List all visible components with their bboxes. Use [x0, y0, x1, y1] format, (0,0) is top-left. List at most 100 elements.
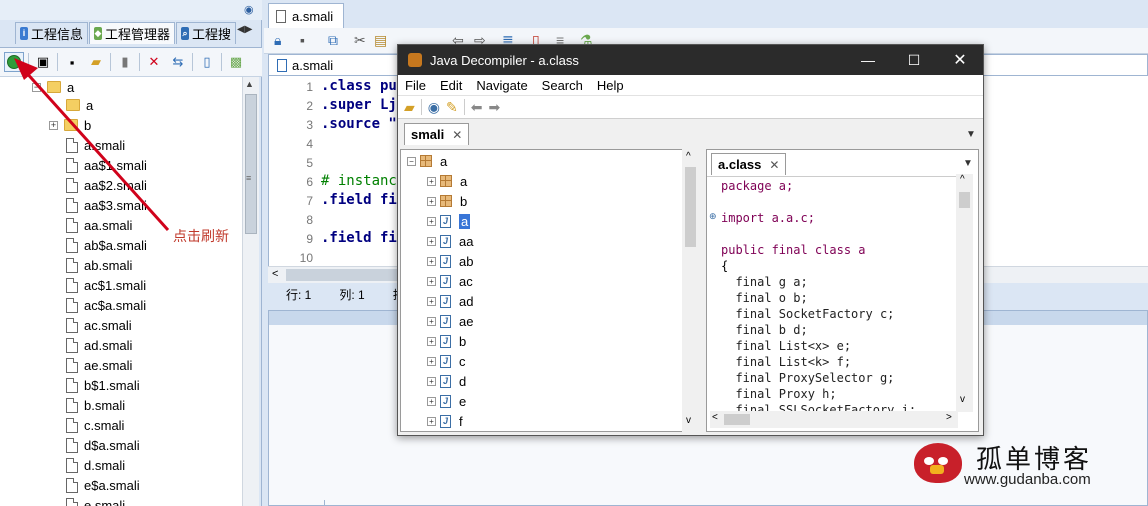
open-type-icon[interactable]: ◉: [428, 99, 440, 116]
code-horizontal-scrollbar[interactable]: < >: [710, 411, 958, 428]
expand-icon[interactable]: +: [427, 276, 436, 286]
search-type-icon[interactable]: ✎: [446, 99, 458, 116]
tree-class-item[interactable]: + Jad: [427, 291, 473, 311]
tree-file-item[interactable]: d$a.smali: [66, 435, 140, 455]
tree-class-item[interactable]: + Jd: [427, 371, 466, 391]
tab-list-icon[interactable]: ▼: [966, 129, 976, 140]
code-vertical-scrollbar[interactable]: ^ v: [956, 174, 973, 412]
tree-file-item[interactable]: e.smali: [66, 495, 125, 506]
tree-class-item[interactable]: + Jac: [427, 271, 473, 291]
tree-class-item[interactable]: + Jae: [427, 311, 473, 331]
tree-vertical-scrollbar[interactable]: ▲ ≡: [242, 77, 259, 506]
collapse-icon[interactable]: −: [32, 82, 41, 92]
folder-search-button[interactable]: ▰: [86, 52, 106, 72]
tab-a-class[interactable]: a.class ✕: [711, 153, 787, 175]
menu-edit[interactable]: Edit: [440, 78, 462, 93]
expand-icon[interactable]: +: [427, 336, 436, 346]
lock-icon[interactable]: 🔒︎: [274, 32, 281, 49]
tree-root[interactable]: − a: [407, 151, 447, 171]
scroll-up-arrow[interactable]: ^: [960, 174, 965, 185]
tree-class-item[interactable]: + Je: [427, 391, 466, 411]
scroll-right-arrow[interactable]: >: [946, 412, 952, 423]
tree-file-item[interactable]: aa$2.smali: [66, 175, 147, 195]
paste-icon[interactable]: ▤: [374, 32, 387, 49]
scroll-up-arrow[interactable]: ^: [686, 151, 691, 162]
scroll-thumb[interactable]: [245, 94, 257, 234]
close-tab-icon[interactable]: ✕: [452, 128, 462, 142]
tree-file-item[interactable]: ad.smali: [66, 335, 132, 355]
scroll-down-arrow[interactable]: v: [960, 394, 965, 405]
scroll-left-arrow[interactable]: <: [272, 268, 278, 280]
menu-file[interactable]: File: [405, 78, 426, 93]
tree-file-item[interactable]: aa$1.smali: [66, 155, 147, 175]
tree-file-item[interactable]: c.smali: [66, 415, 124, 435]
tree-file-item[interactable]: ac$a.smali: [66, 295, 146, 315]
scroll-thumb[interactable]: [685, 167, 696, 247]
back-icon[interactable]: ⬅: [471, 99, 483, 116]
expand-icon[interactable]: +: [427, 216, 436, 226]
android-button[interactable]: ▩: [226, 52, 246, 72]
tree-class-item[interactable]: + Jf: [427, 411, 463, 431]
scroll-down-arrow[interactable]: v: [686, 415, 691, 426]
scroll-thumb[interactable]: [286, 269, 398, 281]
tree-node-root[interactable]: − a: [32, 77, 74, 97]
window-titlebar[interactable]: Java Decompiler - a.class — ☐ ✕: [398, 45, 983, 75]
editor-tab-a-smali[interactable]: a.smali: [268, 3, 344, 28]
cut-icon[interactable]: ✂: [354, 32, 366, 49]
tree-node-folder[interactable]: a: [66, 95, 93, 115]
fold-expand-icon[interactable]: ⊕: [709, 211, 717, 222]
menu-navigate[interactable]: Navigate: [476, 78, 527, 93]
expand-icon[interactable]: +: [427, 236, 436, 246]
scroll-left-arrow[interactable]: <: [712, 412, 718, 423]
expand-icon[interactable]: +: [427, 196, 436, 206]
forward-icon[interactable]: ➡: [488, 99, 500, 116]
import-button[interactable]: ▣: [33, 52, 53, 72]
tab-smali[interactable]: smali ✕: [404, 123, 470, 145]
expand-icon[interactable]: +: [427, 256, 436, 266]
collapse-icon[interactable]: −: [407, 156, 416, 166]
window-button[interactable]: ▪: [62, 52, 82, 72]
menu-search[interactable]: Search: [542, 78, 583, 93]
tab-project-info[interactable]: i 工程信息: [15, 22, 88, 44]
tree-package-item[interactable]: + b: [427, 191, 467, 211]
tree-class-item[interactable]: + Ja: [427, 211, 471, 231]
tree-file-item[interactable]: ac$1.smali: [66, 275, 146, 295]
tree-file-item[interactable]: ab.smali: [66, 255, 132, 275]
minimize-button[interactable]: —: [845, 45, 891, 75]
expand-icon[interactable]: +: [427, 356, 436, 366]
tab-project-search[interactable]: ⌕ 工程搜: [176, 22, 236, 44]
book-button[interactable]: ▮: [115, 52, 135, 72]
save-icon[interactable]: ▪: [300, 32, 305, 48]
tree-vertical-scrollbar[interactable]: ^ v: [682, 149, 699, 432]
tree-file-item[interactable]: ab$a.smali: [66, 235, 147, 255]
close-button[interactable]: ✕: [937, 45, 983, 75]
tree-file-item[interactable]: ac.smali: [66, 315, 132, 335]
expand-icon[interactable]: +: [427, 376, 436, 386]
tree-file-item[interactable]: aa.smali: [66, 215, 132, 235]
tree-class-item[interactable]: + Jaa: [427, 231, 473, 251]
scroll-up-arrow[interactable]: ▲: [245, 79, 254, 89]
tree-node-folder[interactable]: + b: [49, 115, 91, 135]
tree-file-item[interactable]: e$a.smali: [66, 475, 140, 495]
expand-icon[interactable]: +: [427, 176, 436, 186]
refresh-button[interactable]: [4, 52, 24, 72]
tree-file-item[interactable]: aa$3.smali: [66, 195, 147, 215]
close-tab-icon[interactable]: ✕: [769, 158, 779, 172]
tree-class-item[interactable]: + Jb: [427, 331, 466, 351]
open-folder-icon[interactable]: ▰: [404, 99, 415, 116]
tab-project-manager[interactable]: ◆ 工程管理器: [89, 22, 175, 44]
tree-class-item[interactable]: + Jc: [427, 351, 466, 371]
copy-icon[interactable]: ⧉: [328, 32, 338, 49]
file-button[interactable]: ▯: [197, 52, 217, 72]
menu-help[interactable]: Help: [597, 78, 624, 93]
tab-list-icon[interactable]: ▼: [963, 158, 973, 169]
expand-icon[interactable]: +: [427, 416, 436, 426]
expand-icon[interactable]: +: [427, 316, 436, 326]
delete-button[interactable]: ✕: [144, 52, 164, 72]
java-code[interactable]: ⊕ package a; import a.a.c; public final cl…: [707, 176, 959, 414]
tab-scroll-arrows[interactable]: ◀▶: [237, 24, 252, 35]
tree-package-item[interactable]: + a: [427, 171, 467, 191]
tree-file-item[interactable]: a.smali: [66, 135, 125, 155]
tree-class-item[interactable]: + Jab: [427, 251, 473, 271]
tree-file-item[interactable]: b.smali: [66, 395, 125, 415]
